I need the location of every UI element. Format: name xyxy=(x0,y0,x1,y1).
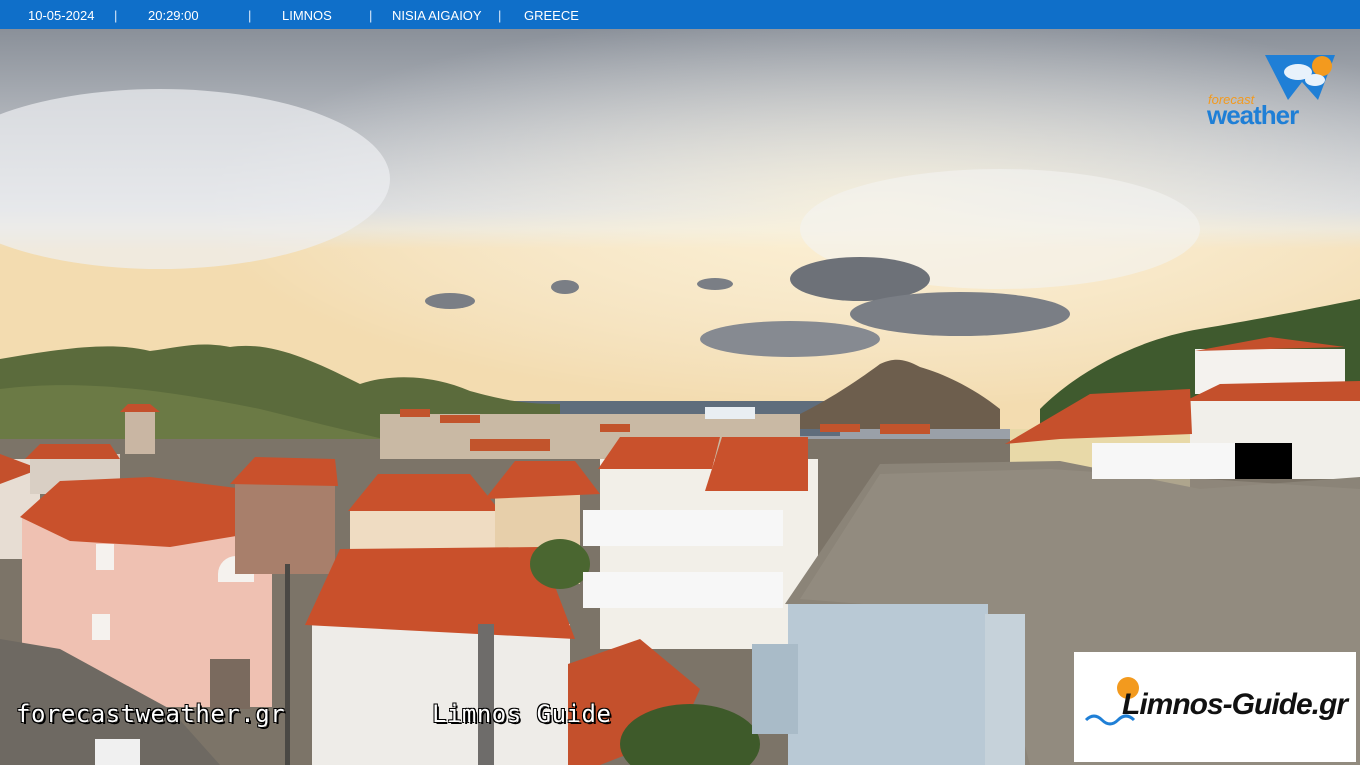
center-watermark: Limnos Guide xyxy=(432,700,612,728)
separator: | xyxy=(248,8,252,23)
date-label: 10-05-2024 xyxy=(28,8,95,23)
privacy-mask xyxy=(1092,443,1235,479)
logo-text-big: weather xyxy=(1207,100,1299,130)
sun-icon xyxy=(1312,56,1332,76)
region-label: NISIA AIGAIOY xyxy=(392,8,482,23)
location-label: LIMNOS xyxy=(282,8,332,23)
privacy-mask xyxy=(583,510,783,546)
privacy-mask xyxy=(583,572,783,608)
limnos-guide-text: Limnos-Guide.gr xyxy=(1122,688,1348,721)
country-label: GREECE xyxy=(524,8,579,23)
separator: | xyxy=(114,8,118,23)
left-watermark: forecastweather.gr xyxy=(16,700,286,728)
separator: | xyxy=(369,8,373,23)
separator: | xyxy=(498,8,502,23)
info-bar: 10-05-2024 | 20:29:00 | LIMNOS | NISIA A… xyxy=(0,0,1360,29)
privacy-mask-dark xyxy=(1235,443,1292,479)
time-label: 20:29:00 xyxy=(148,8,199,23)
